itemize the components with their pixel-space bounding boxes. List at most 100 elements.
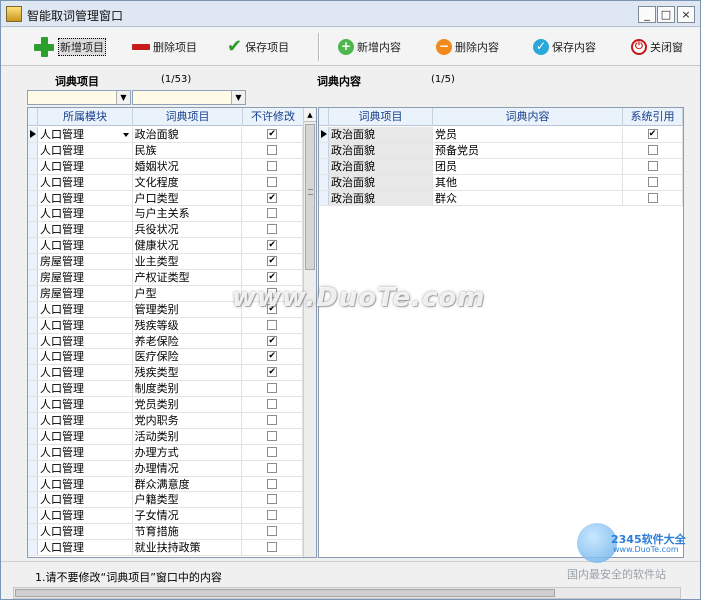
save-content-button[interactable]: ✓ 保存内容 xyxy=(533,35,596,59)
table-row[interactable]: 人口管理 婚姻状况 xyxy=(28,158,303,175)
table-row[interactable]: 人口管理 节育措施 xyxy=(28,524,303,541)
row-indicator[interactable] xyxy=(28,365,38,381)
row-indicator[interactable] xyxy=(28,460,38,476)
system-checkbox[interactable] xyxy=(647,144,658,155)
item-cell[interactable]: 群众满意度 xyxy=(133,476,243,492)
row-indicator[interactable] xyxy=(28,397,38,413)
item-cell[interactable]: 党内职务 xyxy=(133,413,243,429)
locked-cell[interactable] xyxy=(242,174,303,190)
close-button[interactable]: × xyxy=(677,6,695,23)
row-indicator[interactable] xyxy=(319,158,329,174)
maximize-button[interactable]: □ xyxy=(657,6,675,23)
row-indicator[interactable] xyxy=(28,127,38,142)
module-cell[interactable]: 人口管理 xyxy=(38,492,133,508)
item-cell[interactable]: 户口类型 xyxy=(133,190,243,206)
module-cell[interactable]: 人口管理 xyxy=(38,158,133,174)
locked-cell[interactable] xyxy=(242,222,303,238)
table-row[interactable]: 人口管理 政治面貌 ✔ xyxy=(28,127,303,143)
row-indicator[interactable] xyxy=(28,428,38,444)
item-cell[interactable]: 党员类别 xyxy=(133,397,243,413)
table-row[interactable]: 人口管理 活动类别 xyxy=(28,428,303,445)
locked-cell[interactable] xyxy=(242,317,303,333)
minimize-button[interactable]: _ xyxy=(638,6,656,23)
module-cell[interactable]: 人口管理 xyxy=(38,127,133,142)
locked-checkbox[interactable] xyxy=(267,446,278,457)
locked-cell[interactable] xyxy=(242,476,303,492)
module-cell[interactable]: 房屋管理 xyxy=(38,285,133,301)
row-indicator[interactable] xyxy=(28,444,38,460)
scroll-up-icon[interactable]: ▲ xyxy=(304,108,316,122)
locked-checkbox[interactable] xyxy=(267,224,278,235)
locked-checkbox[interactable] xyxy=(267,319,278,330)
module-cell[interactable]: 人口管理 xyxy=(38,381,133,397)
row-indicator[interactable] xyxy=(319,142,329,158)
row-indicator[interactable] xyxy=(28,142,38,158)
locked-cell[interactable] xyxy=(242,158,303,174)
module-cell[interactable]: 人口管理 xyxy=(38,190,133,206)
row-indicator[interactable] xyxy=(319,127,329,142)
module-cell[interactable]: 人口管理 xyxy=(38,301,133,317)
row-indicator[interactable] xyxy=(28,301,38,317)
item-cell[interactable]: 医疗保险 xyxy=(133,349,243,365)
system-cell[interactable] xyxy=(623,158,683,174)
row-indicator[interactable] xyxy=(28,476,38,492)
module-cell[interactable]: 人口管理 xyxy=(38,428,133,444)
locked-cell[interactable]: ✔ xyxy=(242,349,303,365)
locked-cell[interactable]: ✔ xyxy=(242,238,303,254)
table-row[interactable]: 人口管理 残疾类型 ✔ xyxy=(28,365,303,382)
module-cell[interactable]: 人口管理 xyxy=(38,349,133,365)
module-cell[interactable]: 房屋管理 xyxy=(38,270,133,286)
table-row[interactable]: 人口管理 兵役状况 xyxy=(28,222,303,239)
row-indicator[interactable] xyxy=(28,222,38,238)
table-row[interactable]: 人口管理 子女情况 xyxy=(28,508,303,525)
item-cell[interactable]: 业主类型 xyxy=(133,254,243,270)
column-header-item[interactable]: 词典项目 xyxy=(133,108,243,126)
item-cell[interactable]: 产权证类型 xyxy=(133,270,243,286)
item-cell[interactable]: 政治面貌 xyxy=(329,190,433,206)
table-row[interactable]: 人口管理 残疾等级 xyxy=(28,317,303,334)
item-cell[interactable]: 文化程度 xyxy=(133,174,243,190)
horizontal-scroll-thumb[interactable] xyxy=(15,589,555,597)
table-row[interactable]: 人口管理 管理类别 ✔ xyxy=(28,301,303,318)
locked-cell[interactable]: ✔ xyxy=(242,190,303,206)
locked-checkbox[interactable] xyxy=(267,287,278,298)
locked-cell[interactable] xyxy=(242,285,303,301)
table-row[interactable]: 政治面貌 其他 xyxy=(319,174,683,191)
module-cell[interactable]: 人口管理 xyxy=(38,476,133,492)
module-cell[interactable]: 人口管理 xyxy=(38,397,133,413)
add-content-button[interactable]: + 新增内容 xyxy=(338,35,401,59)
dropdown-arrow-icon[interactable] xyxy=(122,133,129,137)
locked-checkbox[interactable]: ✔ xyxy=(267,367,278,378)
close-window-button[interactable]: ⏻ 关闭窗 xyxy=(631,35,683,59)
column-header-content[interactable]: 词典内容 xyxy=(433,108,623,126)
row-indicator[interactable] xyxy=(28,158,38,174)
table-row[interactable]: 房屋管理 业主类型 ✔ xyxy=(28,254,303,271)
save-item-button[interactable]: ✔ 保存项目 xyxy=(227,35,289,59)
item-cell[interactable]: 政治面貌 xyxy=(329,174,433,190)
table-row[interactable]: 人口管理 党内职务 xyxy=(28,413,303,429)
item-cell[interactable]: 管理类别 xyxy=(133,301,243,317)
item-cell[interactable]: 子女情况 xyxy=(133,508,243,524)
row-indicator[interactable] xyxy=(28,508,38,524)
delete-content-button[interactable]: − 删除内容 xyxy=(436,35,499,59)
table-row[interactable]: 政治面貌 党员 ✔ xyxy=(319,127,683,143)
locked-cell[interactable] xyxy=(242,524,303,540)
locked-cell[interactable] xyxy=(242,381,303,397)
module-cell[interactable]: 人口管理 xyxy=(38,206,133,222)
delete-item-button[interactable]: 删除项目 xyxy=(132,35,197,59)
content-cell[interactable]: 其他 xyxy=(433,174,623,190)
locked-cell[interactable] xyxy=(242,460,303,476)
locked-checkbox[interactable] xyxy=(267,510,278,521)
row-indicator[interactable] xyxy=(28,254,38,270)
system-checkbox[interactable] xyxy=(647,160,658,171)
locked-cell[interactable] xyxy=(242,142,303,158)
module-cell[interactable]: 人口管理 xyxy=(38,365,133,381)
table-row[interactable]: 人口管理 户籍类型 xyxy=(28,492,303,509)
system-checkbox[interactable] xyxy=(647,176,658,187)
item-cell[interactable]: 办理方式 xyxy=(133,444,243,460)
row-indicator[interactable] xyxy=(28,524,38,540)
locked-checkbox[interactable] xyxy=(267,430,278,441)
item-cell[interactable]: 婚姻状况 xyxy=(133,158,243,174)
table-row[interactable]: 人口管理 办理方式 xyxy=(28,444,303,461)
table-row[interactable]: 人口管理 养老保险 ✔ xyxy=(28,333,303,350)
